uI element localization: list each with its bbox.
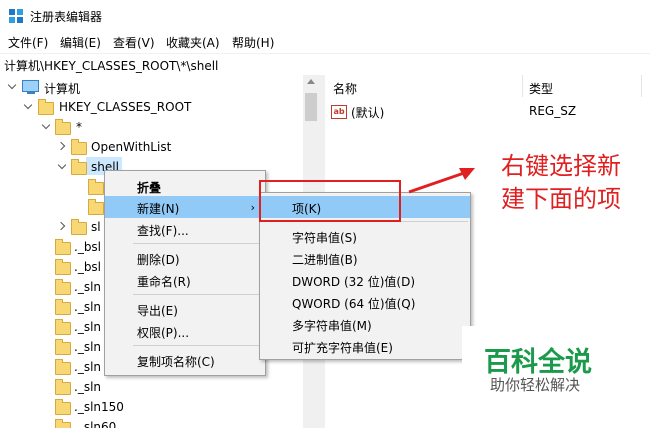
- chevron-down-icon[interactable]: [58, 162, 66, 170]
- tree-label: ._sln: [74, 380, 102, 394]
- menu-bar: 文件(F) 编辑(E) 查看(V) 收藏夹(A) 帮助(H): [0, 31, 650, 53]
- value-type: REG_SZ: [529, 104, 577, 118]
- submenu-item-qword[interactable]: QWORD (64 位)值(Q): [260, 291, 470, 313]
- menu-item-collapse[interactable]: 折叠: [105, 175, 265, 197]
- menu-item-export[interactable]: 导出(E): [105, 298, 265, 320]
- submenu-arrow-icon: ›: [250, 201, 255, 214]
- annotation-line-2: 建下面的项: [501, 185, 621, 213]
- column-header-name[interactable]: 名称: [333, 80, 357, 97]
- submenu-item-binary-value[interactable]: 二进制值(B): [260, 247, 470, 269]
- chevron-right-icon[interactable]: [58, 222, 66, 230]
- tree-label: OpenWithList: [91, 140, 172, 154]
- tree-item-computer[interactable]: 计算机: [0, 77, 300, 97]
- tree-label: ._bsl: [74, 260, 102, 274]
- column-divider[interactable]: [641, 75, 642, 97]
- folder-icon: [71, 159, 87, 175]
- window-title: 注册表编辑器: [30, 10, 103, 24]
- computer-icon: [22, 80, 39, 94]
- menu-item-find[interactable]: 查找(F)...: [105, 218, 265, 240]
- tree-label: HKEY_CLASSES_ROOT: [59, 100, 192, 114]
- scroll-up-icon[interactable]: [307, 79, 315, 84]
- column-header-type[interactable]: 类型: [529, 80, 553, 97]
- folder-icon: [71, 219, 87, 235]
- menu-item-delete[interactable]: 删除(D): [105, 247, 265, 269]
- context-menu: 折叠 新建(N) › 查找(F)... 删除(D) 重命名(R) 导出(E) 权限…: [104, 170, 266, 376]
- tree-label: *: [76, 120, 82, 134]
- menu-item-new[interactable]: 新建(N) ›: [105, 196, 265, 218]
- menu-view[interactable]: 查看(V): [113, 34, 155, 51]
- folder-icon: [55, 119, 71, 135]
- tree-item-openwithlist[interactable]: OpenWithList: [0, 137, 300, 157]
- tree-item[interactable]: ._sln150: [0, 397, 300, 417]
- folder-icon: [55, 239, 71, 255]
- address-path[interactable]: 计算机\HKEY_CLASSES_ROOT\*\shell: [4, 57, 218, 74]
- menu-edit[interactable]: 编辑(E): [60, 34, 101, 51]
- folder-icon: [55, 419, 71, 428]
- submenu-item-multi-string[interactable]: 多字符串值(M): [260, 313, 470, 335]
- menu-item-copy-key-name[interactable]: 复制项名称(C): [105, 349, 265, 371]
- menu-favorites[interactable]: 收藏夹(A): [166, 34, 220, 51]
- chevron-down-icon[interactable]: [8, 82, 16, 90]
- tree-item[interactable]: ._sln60: [0, 417, 300, 428]
- tree-label: ._bsl: [74, 240, 102, 254]
- menu-separator: [133, 294, 263, 295]
- address-bar[interactable]: 计算机\HKEY_CLASSES_ROOT\*\shell: [0, 53, 650, 76]
- tree-item-star[interactable]: *: [0, 117, 300, 137]
- chevron-down-icon[interactable]: [24, 102, 32, 110]
- folder-icon: [88, 179, 104, 195]
- menu-item-rename[interactable]: 重命名(R): [105, 269, 265, 291]
- menu-help[interactable]: 帮助(H): [232, 34, 274, 51]
- watermark-subtitle: 助你轻松解决: [490, 376, 581, 394]
- folder-icon: [55, 399, 71, 415]
- folder-icon: [55, 319, 71, 335]
- tree-label: 计算机: [44, 82, 81, 96]
- folder-icon: [55, 339, 71, 355]
- value-name: (默认): [351, 106, 385, 120]
- chevron-down-icon[interactable]: [42, 122, 50, 130]
- tree-item[interactable]: ._sln: [0, 377, 300, 397]
- tree-label: ._sln: [74, 340, 102, 354]
- folder-icon: [55, 359, 71, 375]
- folder-icon: [55, 279, 71, 295]
- regedit-app-icon: [9, 9, 23, 23]
- menu-file[interactable]: 文件(F): [8, 34, 48, 51]
- title-bar: 注册表编辑器: [0, 0, 650, 31]
- folder-icon: [71, 139, 87, 155]
- column-divider[interactable]: [522, 75, 523, 97]
- folder-icon: [55, 299, 71, 315]
- folder-icon: [55, 259, 71, 275]
- tree-item-hkcr[interactable]: HKEY_CLASSES_ROOT: [0, 97, 300, 117]
- menu-item-permissions[interactable]: 权限(P)...: [105, 320, 265, 342]
- tree-label: ._sln: [74, 300, 102, 314]
- tree-label: sl: [91, 220, 101, 234]
- folder-icon: [38, 99, 54, 115]
- folder-icon: [55, 379, 71, 395]
- tree-label: ._sln: [74, 360, 102, 374]
- tree-label: ._sln: [74, 280, 102, 294]
- tree-label: ._sln150: [74, 400, 124, 414]
- annotation-arrow-icon: [408, 168, 475, 194]
- annotation-line-1: 右键选择新: [501, 152, 621, 180]
- submenu-item-expandable-string[interactable]: 可扩充字符串值(E): [260, 335, 470, 357]
- submenu-item-string-value[interactable]: 字符串值(S): [260, 225, 470, 247]
- highlight-box: [259, 180, 401, 222]
- folder-icon: [88, 199, 104, 215]
- tree-label: ._sln: [74, 320, 102, 334]
- submenu-item-dword[interactable]: DWORD (32 位)值(D): [260, 269, 470, 291]
- menu-separator: [133, 243, 263, 244]
- tree-label: ._sln60: [74, 420, 117, 428]
- chevron-right-icon[interactable]: [58, 142, 66, 150]
- scroll-thumb[interactable]: [305, 93, 317, 121]
- menu-separator: [133, 345, 263, 346]
- string-value-icon: ab: [331, 105, 347, 119]
